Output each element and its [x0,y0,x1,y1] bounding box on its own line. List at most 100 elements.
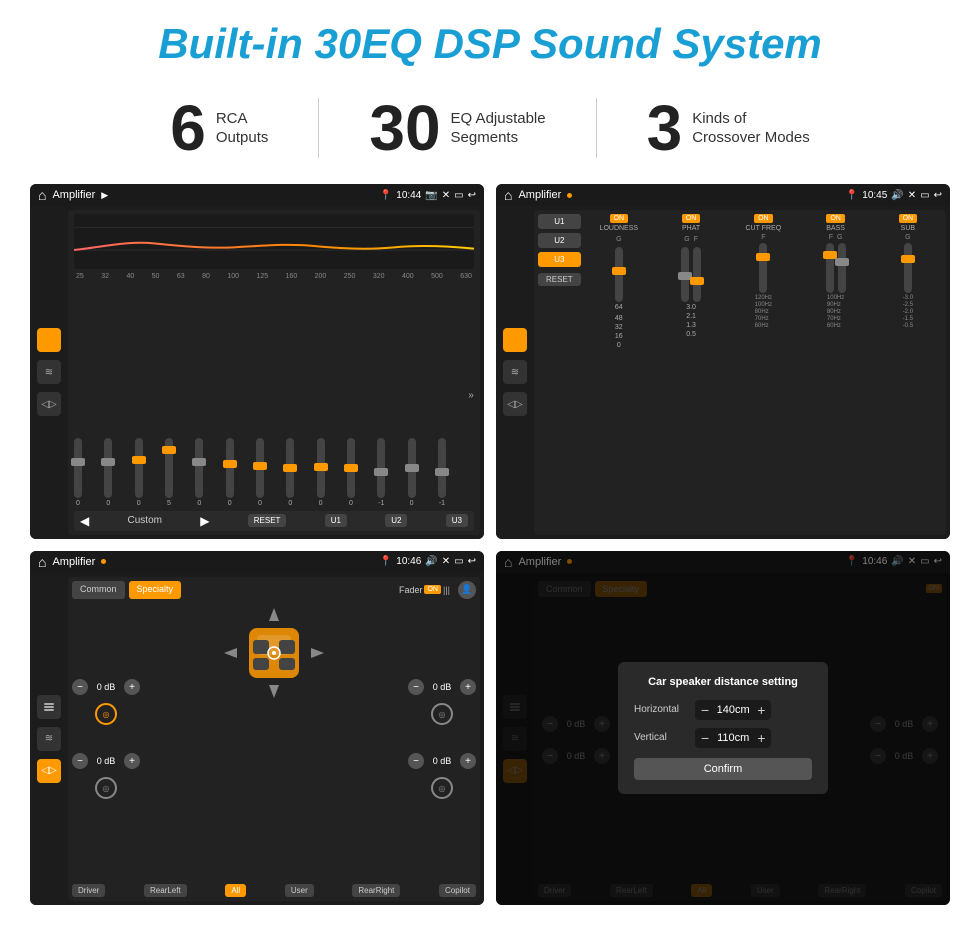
fader-fl-speaker: ◎ [95,703,117,725]
stat-eq: 30 EQ Adjustable Segments [319,96,595,160]
fader-tab-common[interactable]: Common [72,581,125,599]
fader-rl-plus[interactable]: + [124,753,140,769]
distance-dialog-overlay: Car speaker distance setting Horizontal … [496,551,950,906]
zone-copilot-btn[interactable]: Copilot [439,884,476,897]
eq-graph [74,214,474,269]
fader-rl-speaker: ◎ [95,777,117,799]
fader-sidebar-wave-btn[interactable]: ≋ [37,727,61,751]
fader-time: 10:46 [396,556,421,567]
eq-location-icon: 📍 [380,190,392,201]
fader-record-dot [101,559,106,564]
zone-rearright-btn[interactable]: RearRight [352,884,400,897]
dsp-cutfreq-toggle[interactable]: ON [754,214,773,223]
stat-rca-line1: RCA [216,109,269,129]
dialog-horizontal-value: 140cm [713,704,753,716]
eq-sliders: 0 0 0 5 0 0 0 0 0 0 -1 0 -1 » [74,284,474,507]
eq-sidebar-btn-wave[interactable]: ≋ [37,360,61,384]
dialog-horizontal-row: Horizontal − 140cm + [634,700,812,720]
fader-location-icon: 📍 [380,556,392,567]
screen-fader: ⌂ Amplifier 📍 10:46 🔊 ✕ ▭ ↩ [30,551,484,906]
dsp-bass-toggle[interactable]: ON [826,214,845,223]
eq-screen-title: Amplifier [52,189,95,201]
fader-fl-plus[interactable]: + [124,679,140,695]
dsp-cutfreq-label: CUT FREQ [746,225,782,232]
fader-fr-plus[interactable]: + [460,679,476,695]
dsp-loudness: ON LOUDNESS G 64 48 32 16 0 [585,214,653,531]
screen-eq: ⌂ Amplifier ▶ 📍 10:44 📷 ✕ ▭ ↩ [30,184,484,539]
eq-back-icon[interactable]: ↩ [468,190,476,201]
dsp-sidebar-wave-btn[interactable]: ≋ [503,360,527,384]
dsp-reset-btn[interactable]: RESET [538,273,581,286]
stat-crossover: 3 Kinds of Crossover Modes [597,96,860,160]
fader-sidebar-vol-btn[interactable]: ◁▷ [37,759,61,783]
eq-sidebar-btn-vol[interactable]: ◁▷ [37,392,61,416]
fader-rr-minus[interactable]: − [408,753,424,769]
zone-user-btn[interactable]: User [285,884,314,897]
fader-fl-minus[interactable]: − [72,679,88,695]
fader-right-db: − 0 dB + ◎ − 0 dB + [408,603,476,881]
eq-u2-btn[interactable]: U2 [385,514,407,527]
dsp-u3-btn[interactable]: U3 [538,252,581,267]
dsp-x-icon: ✕ [908,190,916,201]
dsp-bass-label: BASS [826,225,845,232]
home-icon-dsp[interactable]: ⌂ [504,187,512,203]
zone-rearleft-btn[interactable]: RearLeft [144,884,187,897]
fader-car-center [144,603,404,881]
dsp-u2-btn[interactable]: U2 [538,233,581,248]
eq-time: 10:44 [396,190,421,201]
fader-back-icon[interactable]: ↩ [468,556,476,567]
stat-crossover-line1: Kinds of [692,109,810,129]
fader-tab-specialty[interactable]: Specialty [129,581,182,599]
eq-freq-labels: 2532405063 80100125160200 25032040050063… [74,273,474,280]
fader-rr-plus[interactable]: + [460,753,476,769]
dialog-horizontal-plus[interactable]: + [757,702,765,718]
dialog-vertical-plus[interactable]: + [757,730,765,746]
dsp-loudness-toggle[interactable]: ON [610,214,629,223]
dsp-u1-btn[interactable]: U1 [538,214,581,229]
dialog-vertical-minus[interactable]: − [701,730,709,746]
eq-reset-btn[interactable]: RESET [248,514,287,527]
eq-u1-btn[interactable]: U1 [325,514,347,527]
home-icon-eq[interactable]: ⌂ [38,187,46,203]
eq-status-icon1: ▶ [101,190,108,201]
dialog-horizontal-minus[interactable]: − [701,702,709,718]
dsp-bass: ON BASS F G [801,214,869,531]
eq-next-btn[interactable]: ▶ [200,514,209,528]
fader-rr-speaker: ◎ [431,777,453,799]
dsp-sidebar-eq-btn[interactable] [503,328,527,352]
fader-screen-title: Amplifier [52,556,95,568]
dsp-phat: ON PHAT G F 3.0 [657,214,725,531]
eq-prev-btn[interactable]: ◀ [80,514,89,528]
fader-person-icon: 👤 [458,581,476,599]
screen-distance: ⌂ Amplifier 📍 10:46 🔊 ✕ ▭ ↩ [496,551,950,906]
stat-crossover-number: 3 [647,96,683,160]
eq-window-icon: ▭ [454,190,463,201]
status-bar-dsp: ⌂ Amplifier 📍 10:45 🔊 ✕ ▭ ↩ [496,184,950,206]
stat-crossover-line2: Crossover Modes [692,128,810,148]
dsp-sidebar-vol-btn[interactable]: ◁▷ [503,392,527,416]
fader-window-icon: ▭ [454,556,463,567]
fader-sidebar-eq-btn[interactable] [37,695,61,719]
dsp-sub-toggle[interactable]: ON [899,214,918,223]
dsp-sub-label: SUB [901,225,915,232]
status-bar-fader: ⌂ Amplifier 📍 10:46 🔊 ✕ ▭ ↩ [30,551,484,573]
stat-eq-line2: Segments [451,128,546,148]
zone-driver-btn[interactable]: Driver [72,884,105,897]
dialog-vertical-value-box: − 110cm + [695,728,771,748]
dsp-back-icon[interactable]: ↩ [934,190,942,201]
stats-row: 6 RCA Outputs 30 EQ Adjustable Segments … [30,96,950,160]
fader-fr-minus[interactable]: − [408,679,424,695]
page-title: Built-in 30EQ DSP Sound System [158,20,822,68]
eq-sidebar-btn-eq[interactable] [37,328,61,352]
fader-content: ≋ ◁▷ Common Specialty Fader ON ||| [30,573,484,906]
dsp-location-icon: 📍 [846,190,858,201]
stat-rca-number: 6 [170,96,206,160]
home-icon-fader[interactable]: ⌂ [38,554,46,570]
zone-all-btn[interactable]: All [225,884,246,897]
dsp-phat-toggle[interactable]: ON [682,214,701,223]
dialog-horizontal-label: Horizontal [634,704,689,715]
eq-u3-btn[interactable]: U3 [446,514,468,527]
confirm-button[interactable]: Confirm [634,758,812,780]
fader-rl-minus[interactable]: − [72,753,88,769]
fader-main-area: Common Specialty Fader ON ||| 👤 [68,577,480,902]
